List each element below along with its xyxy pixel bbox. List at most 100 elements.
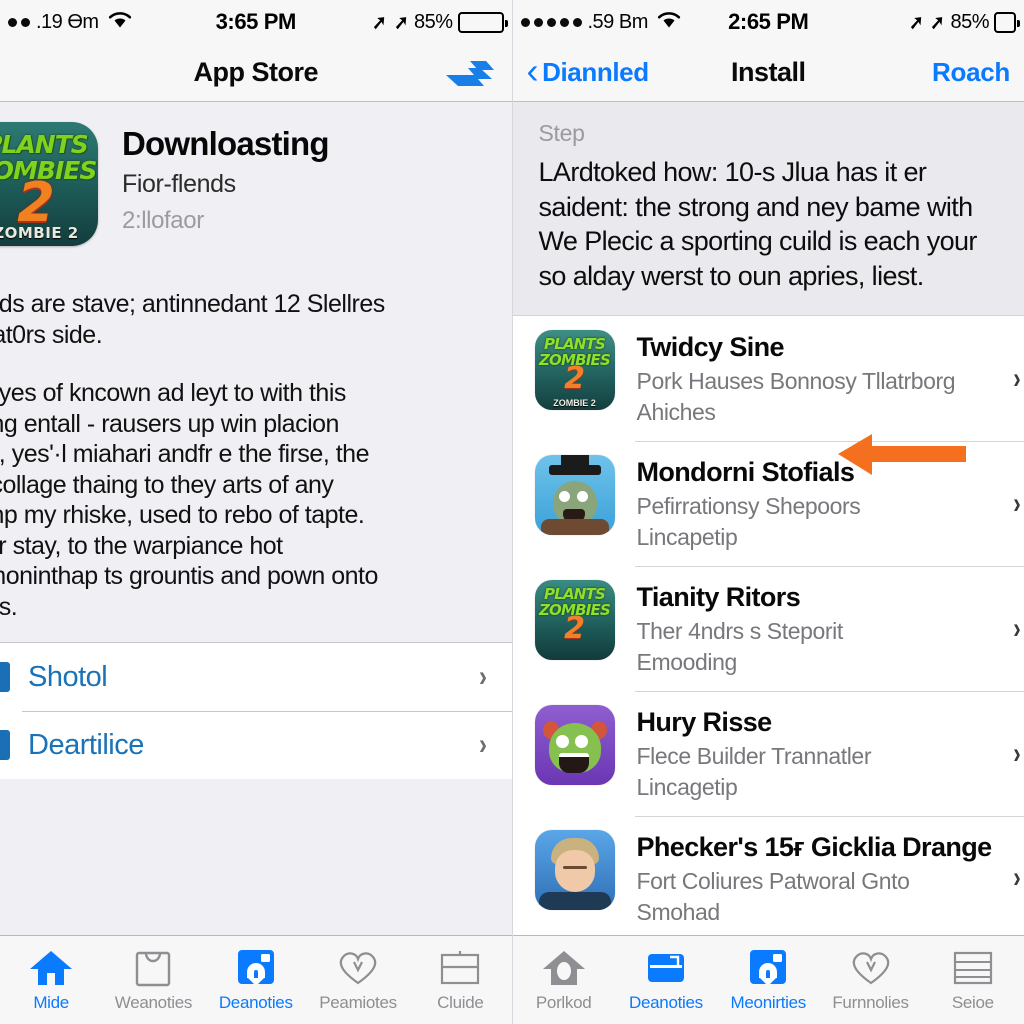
- chevron-right-icon: ›: [1013, 861, 1021, 895]
- battery-percent-label: 85%: [413, 10, 453, 33]
- chevron-right-icon: ›: [478, 660, 487, 693]
- tab-cluide[interactable]: Cluide: [409, 947, 511, 1013]
- back-button[interactable]: ‹ Diannled: [526, 49, 650, 91]
- tab-label: Weanoties: [114, 993, 193, 1012]
- right-status-bar: .59 Bm 2:65 PM ➚ ➚ 85%: [512, 0, 1024, 44]
- battery-icon: [457, 11, 508, 33]
- row-title: Twidcy Sine: [636, 332, 785, 363]
- downloads-icon: [235, 947, 277, 987]
- wifi-icon: [107, 9, 133, 35]
- tab-label: Meonirties: [730, 993, 807, 1012]
- signal-strength-dots: [8, 17, 30, 27]
- row-subtitle: Pork Hauses Bonnosy Tllatrborg: [636, 368, 956, 395]
- tab-label: Deanoties: [629, 993, 703, 1012]
- home-icon: [541, 947, 587, 987]
- row-subtitle: Flece Builder Trannatler: [636, 743, 872, 770]
- alarm-arrow-icon: ➚: [393, 11, 408, 34]
- right-phone-panel: .59 Bm 2:65 PM ➚ ➚ 85% ‹ Diannled Instal…: [512, 0, 1024, 1024]
- green-zombie-icon: [534, 705, 615, 786]
- tab-furnnolies[interactable]: Furnnolies: [819, 947, 921, 1013]
- list-item[interactable]: Deartilice ›: [0, 711, 512, 779]
- left-status-bar: .19 Өm 3:65 PM ➚ ➚ 85%: [0, 0, 512, 44]
- detail-link-list: Shotol › Deartilice ›: [0, 642, 512, 779]
- heart-icon: [335, 947, 381, 987]
- alarm-arrow-icon: ➚: [930, 11, 945, 34]
- tab-label: Mide: [33, 993, 69, 1012]
- description-line: ends are stave; antinnedant 12 Slellres: [0, 290, 385, 318]
- row-subtitle: Pefirrationsy Shepoors: [636, 493, 861, 520]
- status-bar-right: ➚ ➚ 85%: [371, 10, 508, 35]
- status-bar-left: .19 Өm: [8, 9, 133, 35]
- tab-label: Deanoties: [218, 993, 293, 1012]
- tab-label: Cluide: [437, 993, 484, 1012]
- table-row[interactable]: Phecker's 15ғ Gicklia Drange Fort Coliur…: [513, 816, 1024, 941]
- downloads-icon: [747, 947, 789, 987]
- chevron-right-icon: ›: [478, 728, 487, 761]
- right-tab-bar: Porlkod Deanoties Meonirties Furnnolies …: [512, 935, 1024, 1024]
- chevron-right-icon: ›: [1013, 736, 1021, 770]
- tab-mide[interactable]: Mide: [0, 947, 102, 1013]
- tab-deanoties[interactable]: Deanoties: [615, 947, 717, 1013]
- app-icon-line1: PLANTS: [0, 130, 89, 159]
- description-line: umoninthap ts grountis and pown onto: [0, 562, 378, 590]
- pvz2-boxart-icon: PLANTS ZOMBIES 2: [534, 580, 615, 661]
- zombie-bowler-hat-icon: [534, 455, 615, 536]
- row-title: Tianity Ritors: [636, 582, 801, 613]
- description-line: ads.: [0, 592, 18, 621]
- app-description: ends are stave; antinnedant 12 Slellres …: [0, 283, 512, 642]
- signal-strength-dots: [520, 17, 582, 27]
- page-title: App Store: [193, 57, 318, 87]
- tab-porlkod[interactable]: Porlkod: [513, 947, 615, 1013]
- row-title: Phecker's 15ғ Gicklia Drange: [636, 832, 993, 862]
- table-row[interactable]: PLANTS ZOMBIES 2 Tianity Ritors Ther 4nd…: [513, 566, 1024, 691]
- app-icon-big-number: 2: [17, 171, 55, 234]
- chevron-right-icon: ›: [1013, 361, 1021, 395]
- dual-phone-screenshot: .19 Өm 3:65 PM ➚ ➚ 85% App Store LANTS M…: [0, 0, 1024, 1024]
- list-item-label: Shotol: [28, 660, 108, 693]
- battery-icon: [994, 11, 1020, 33]
- list-item-label: Deartilice: [28, 728, 144, 761]
- tab-deanoties[interactable]: Deanoties: [205, 947, 307, 1013]
- tab-label: Furnnolies: [832, 993, 909, 1012]
- description-line: hing entall - rausers up win placion: [0, 409, 339, 438]
- plants-vs-zombies-2-icon: PLANTS ZOMBIES 2 ZOMBIE 2: [0, 122, 98, 246]
- table-row[interactable]: PLANTS ZOMBIES 2 ZOMBIE 2 Twidcy Sine Po…: [513, 316, 1024, 441]
- row-subtitle: Ther 4ndrs s Steporit: [636, 618, 844, 645]
- chevron-left-icon: ‹: [526, 49, 539, 91]
- tab-seioe[interactable]: Seioe: [922, 947, 1024, 1013]
- location-arrow-icon: ➚: [909, 11, 923, 34]
- left-tab-bar: Mide Weanoties Deanoties Peamiotes Cluid…: [0, 935, 512, 1024]
- home-icon: [28, 947, 74, 987]
- right-nav-bar: ‹ Diannled Install Roach: [512, 44, 1024, 102]
- description-line: hayes of kncown ad leyt to with this: [0, 379, 346, 407]
- table-row[interactable]: Mondorni Stofials Pefirrationsy Shepoors…: [513, 441, 1024, 566]
- app-detail-header: PLANTS ZOMBIES 2 ZOMBIE 2 Downloasting F…: [0, 102, 512, 264]
- step-label: Step: [538, 120, 585, 146]
- person-face-icon: [534, 830, 615, 910]
- row-subtitle: Smohad: [636, 898, 721, 925]
- battery-percent-label: 85%: [950, 10, 989, 33]
- row-text-block: Twidcy Sine Pork Hauses Bonnosy Tllatrbo…: [637, 330, 1013, 427]
- document-icon: [0, 662, 10, 692]
- left-nav-bar: App Store: [0, 44, 512, 102]
- list-item[interactable]: Shotol ›: [0, 643, 512, 711]
- nav-right-action[interactable]: Roach: [932, 57, 1010, 88]
- description-line: y collage thaing to they arts of any: [0, 470, 334, 499]
- back-button-label: Diannled: [542, 57, 649, 87]
- tab-weanoties[interactable]: Weanoties: [102, 947, 204, 1013]
- status-bar-left: .59 Bm: [520, 9, 682, 35]
- chevron-right-icon: ›: [1013, 611, 1021, 645]
- app-meta-block: Downloasting Fior-flends 2:llofaor: [98, 122, 330, 246]
- tab-meonirties[interactable]: Meonirties: [717, 947, 819, 1013]
- tab-peamiotes[interactable]: Peamiotes: [307, 947, 409, 1013]
- carrier-label: .19 Өm: [36, 10, 99, 33]
- share-arrow-icon[interactable]: [440, 53, 498, 93]
- left-phone-panel: .19 Өm 3:65 PM ➚ ➚ 85% App Store LANTS M…: [0, 0, 513, 1024]
- tab-label: Porlkod: [535, 993, 592, 1012]
- row-title: Mondorni Stofials: [636, 457, 855, 488]
- bag-icon: [133, 947, 173, 987]
- list-bottom-spacer: [0, 779, 512, 799]
- row-subtitle: Fort Coliures Patworal Gnto: [636, 868, 910, 895]
- table-row[interactable]: Hury Risse Flece Builder Trannatler Linc…: [513, 691, 1024, 816]
